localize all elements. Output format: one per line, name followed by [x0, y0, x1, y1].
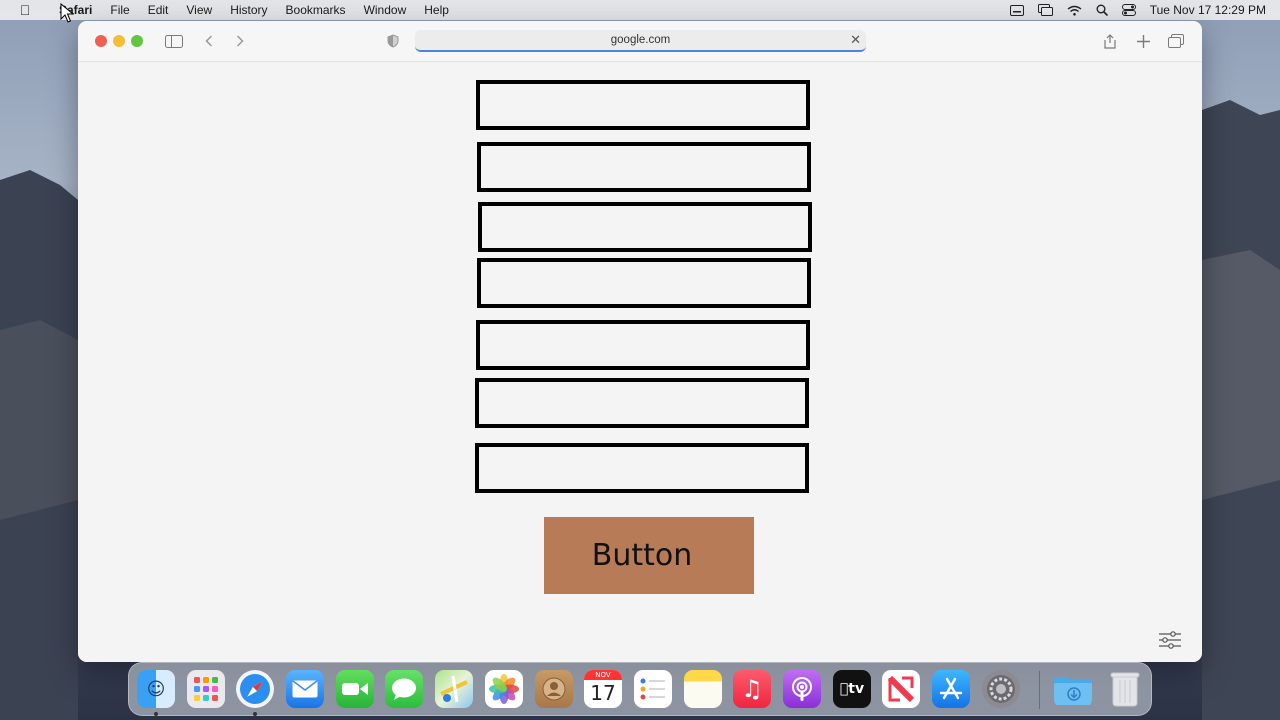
- wifi-icon[interactable]: [1067, 5, 1082, 16]
- control-center-icon[interactable]: [1121, 4, 1136, 16]
- text-field-1[interactable]: [476, 80, 810, 130]
- menu-history[interactable]: History: [221, 3, 276, 17]
- browser-toolbar: google.com ✕: [78, 21, 1202, 62]
- maps-icon[interactable]: [435, 670, 473, 708]
- finder-running-dot: [154, 712, 158, 716]
- tab-overview-icon[interactable]: [1166, 31, 1186, 51]
- safari-icon[interactable]: [236, 670, 274, 708]
- menu-file[interactable]: File: [101, 3, 138, 17]
- submit-button[interactable]: Button: [544, 517, 754, 594]
- apple-menu-icon[interactable]: : [0, 2, 50, 18]
- screen-mirroring-icon[interactable]: [1037, 4, 1053, 16]
- trash-icon[interactable]: [1106, 670, 1144, 708]
- zoom-window-button[interactable]: [131, 35, 143, 47]
- downloads-icon[interactable]: [1054, 670, 1092, 708]
- launchpad-icon[interactable]: [187, 670, 225, 708]
- menu-view[interactable]: View: [177, 3, 221, 17]
- text-field-7[interactable]: [475, 443, 809, 493]
- reminders-icon[interactable]: [634, 670, 672, 708]
- web-page-content: Button: [78, 63, 1202, 662]
- menu-help[interactable]: Help: [415, 3, 458, 17]
- new-tab-icon[interactable]: [1133, 31, 1153, 51]
- photos-icon[interactable]: [485, 670, 523, 708]
- calendar-icon[interactable]: NOV 17: [584, 670, 622, 708]
- news-icon[interactable]: [882, 670, 920, 708]
- menu-bookmarks[interactable]: Bookmarks: [277, 3, 355, 17]
- calendar-month: NOV: [584, 670, 622, 680]
- safari-window: google.com ✕ Button: [78, 21, 1202, 662]
- safari-running-dot: [253, 712, 257, 716]
- address-bar[interactable]: google.com ✕: [415, 30, 866, 52]
- menu-app-name[interactable]: Safari: [50, 3, 101, 17]
- close-window-button[interactable]: [95, 35, 107, 47]
- facetime-icon[interactable]: [336, 670, 374, 708]
- mouse-cursor-icon: [60, 3, 74, 23]
- text-field-5[interactable]: [476, 320, 810, 370]
- menu-window[interactable]: Window: [355, 3, 416, 17]
- tv-icon[interactable]: tv: [833, 670, 871, 708]
- menu-edit[interactable]: Edit: [139, 3, 178, 17]
- minimize-window-button[interactable]: [113, 35, 125, 47]
- text-field-2[interactable]: [477, 142, 811, 192]
- music-icon[interactable]: ♫: [733, 670, 771, 708]
- page-settings-icon[interactable]: [1158, 631, 1182, 654]
- privacy-shield-icon[interactable]: [383, 31, 403, 51]
- dock: ☺ NOV 17 ♫ tv: [128, 662, 1152, 716]
- tv-icon-label: : [840, 681, 848, 697]
- messages-icon[interactable]: [385, 670, 423, 708]
- dock-separator: [1039, 671, 1040, 709]
- clear-address-icon[interactable]: ✕: [850, 32, 861, 48]
- text-field-6[interactable]: [475, 378, 809, 428]
- system-preferences-icon[interactable]: [982, 670, 1020, 708]
- back-icon[interactable]: [199, 31, 219, 51]
- finder-icon[interactable]: ☺: [137, 670, 175, 708]
- keyboard-icon[interactable]: [1009, 4, 1024, 16]
- forward-icon[interactable]: [230, 31, 250, 51]
- menu-clock[interactable]: Tue Nov 17 12:29 PM: [1150, 3, 1266, 17]
- sidebar-toggle-icon[interactable]: [164, 31, 184, 51]
- calendar-day: 17: [590, 681, 616, 705]
- tv-label: tv: [844, 681, 864, 697]
- address-text: google.com: [610, 34, 671, 46]
- app-store-icon[interactable]: [932, 670, 970, 708]
- podcasts-icon[interactable]: [783, 670, 821, 708]
- spotlight-search-icon[interactable]: [1096, 4, 1108, 16]
- contacts-icon[interactable]: [535, 670, 573, 708]
- menu-bar:  Safari File Edit View History Bookmark…: [0, 0, 1280, 20]
- share-icon[interactable]: [1100, 31, 1120, 51]
- text-field-3[interactable]: [478, 202, 812, 252]
- mail-icon[interactable]: [286, 670, 324, 708]
- notes-icon[interactable]: [684, 670, 722, 708]
- text-field-4[interactable]: [477, 258, 811, 308]
